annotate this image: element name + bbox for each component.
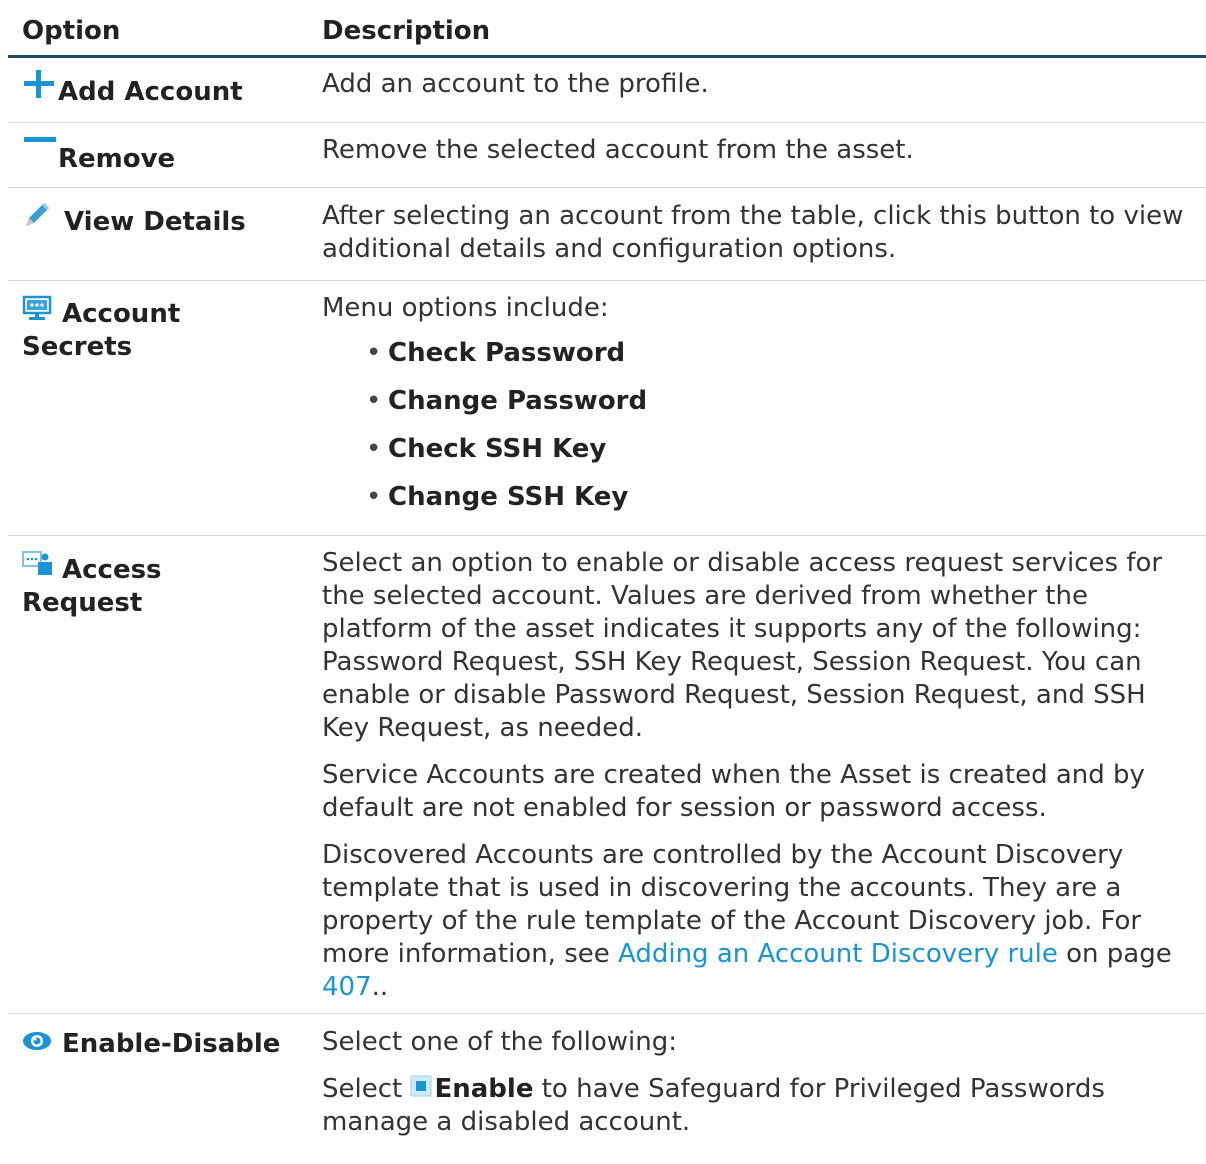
enable-disable-label: Enable-Disable: [62, 1029, 281, 1059]
options-table: Option Description Add Account Add an ac…: [8, 0, 1206, 1164]
option-cell: Enable-Disable: [8, 1014, 308, 1164]
minus-icon: [22, 137, 58, 176]
table-row-account-secrets: Account Secrets Menu options include: Ch…: [8, 281, 1206, 536]
list-item: Change SSH Key: [366, 481, 1200, 514]
description-cell: After selecting an account from the tabl…: [308, 188, 1206, 280]
enable-icon: [410, 1073, 432, 1106]
plus-icon: [22, 66, 58, 109]
table-row-enable-disable: Enable-Disable Select one of the followi…: [8, 1014, 1206, 1164]
table-header: Option Description: [8, 0, 1206, 58]
description-cell: Menu options include: Check Password Cha…: [308, 281, 1206, 535]
option-column-header: Option: [22, 16, 121, 46]
access-request-description-2: Service Accounts are created when the As…: [322, 760, 1145, 823]
list-item: Check SSH Key: [366, 433, 1200, 466]
add-account-description: Add an account to the profile.: [322, 69, 709, 99]
account-secrets-label-line1: Account: [62, 299, 181, 329]
option-cell: View Details: [8, 188, 308, 280]
option-cell: Add Account: [8, 58, 308, 122]
view-details-label: View Details: [64, 207, 246, 237]
on-page-text: on page: [1057, 939, 1172, 969]
account-discovery-rule-link[interactable]: Adding an Account Discovery rule: [618, 939, 1058, 969]
description-cell: Remove the selected account from the ass…: [308, 123, 1206, 187]
select-text: Select: [322, 1074, 411, 1104]
list-item: Change Password: [366, 385, 1200, 418]
enable-bold-text: Enable: [434, 1074, 534, 1104]
view-details-description: After selecting an account from the tabl…: [322, 201, 1184, 264]
remove-description: Remove the selected account from the ass…: [322, 135, 914, 165]
description-cell: Select an option to enable or disable ac…: [308, 536, 1206, 1013]
access-request-icon: [22, 548, 52, 587]
pencil-icon: [22, 200, 52, 239]
eye-icon: [22, 1028, 52, 1061]
table-row-view-details: View Details After selecting an account …: [8, 188, 1206, 281]
table-row-remove: Remove Remove the selected account from …: [8, 123, 1206, 188]
description-cell: Add an account to the profile.: [308, 58, 1206, 122]
access-request-description-3: Discovered Accounts are controlled by th…: [322, 839, 1200, 1004]
option-cell: Access Request: [8, 536, 308, 1013]
account-secrets-label-line2: Secrets: [22, 332, 133, 362]
description-column-header: Description: [322, 16, 491, 46]
access-request-label-line1: Access: [62, 555, 162, 585]
add-account-label: Add Account: [58, 77, 243, 107]
remove-label: Remove: [58, 144, 176, 174]
monitor-password-icon: [22, 294, 52, 331]
table-row-add-account: Add Account Add an account to the profil…: [8, 58, 1206, 123]
enable-disable-description-2: Select Enable to have Safeguard for Priv…: [322, 1073, 1200, 1139]
option-cell: Account Secrets: [8, 281, 308, 535]
access-request-description-1: Select an option to enable or disable ac…: [322, 548, 1163, 743]
trailing-punctuation: ..: [371, 972, 389, 1002]
enable-disable-description-1: Select one of the following:: [322, 1027, 678, 1057]
list-item: Check Password: [366, 337, 1200, 370]
menu-options-list: Check Password Change Password Check SSH…: [322, 337, 1200, 514]
account-secrets-description: Menu options include:: [322, 293, 609, 323]
page-number-link[interactable]: 407: [322, 972, 372, 1002]
access-request-label-line2: Request: [22, 588, 143, 618]
description-cell: Select one of the following: Select Enab…: [308, 1014, 1206, 1164]
table-row-access-request: Access Request Select an option to enabl…: [8, 536, 1206, 1014]
option-cell: Remove: [8, 123, 308, 187]
